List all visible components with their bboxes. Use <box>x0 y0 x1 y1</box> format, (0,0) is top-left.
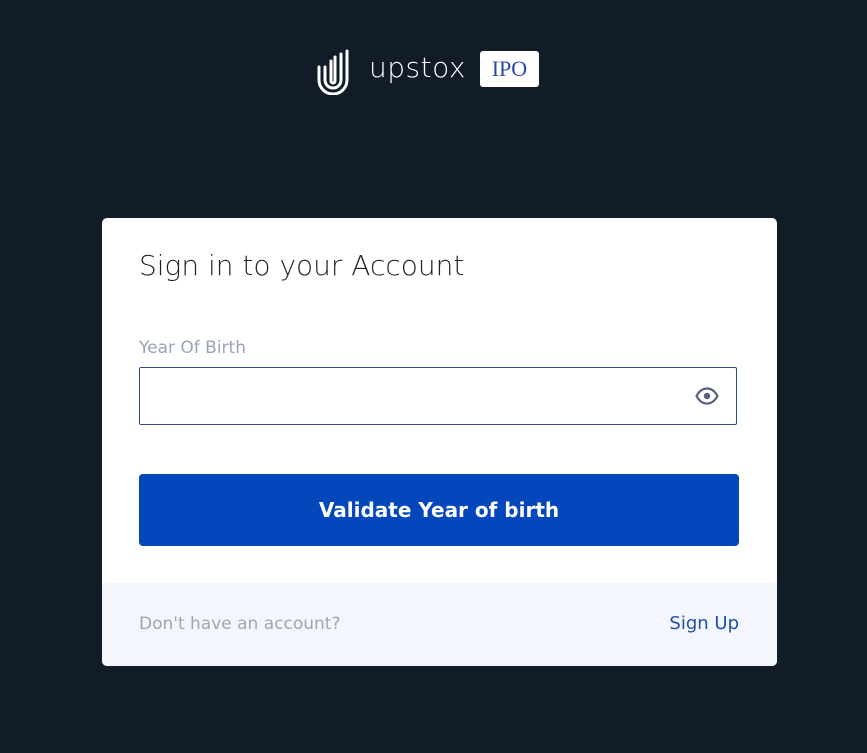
login-card: Sign in to your Account Year Of Birth Va… <box>102 218 777 666</box>
brand-header: upstox IPO <box>316 47 539 95</box>
login-page: upstox IPO Sign in to your Account Year … <box>0 0 867 753</box>
brand-name: upstox <box>369 51 466 84</box>
eye-icon[interactable] <box>695 386 719 406</box>
upstox-u-logo-icon <box>317 49 349 95</box>
validate-year-of-birth-button[interactable]: Validate Year of birth <box>139 474 739 546</box>
card-footer: Don't have an account? Sign Up <box>102 583 777 666</box>
ipo-badge: IPO <box>479 51 539 87</box>
year-of-birth-input[interactable] <box>140 368 680 424</box>
year-of-birth-label: Year Of Birth <box>139 338 246 358</box>
sign-up-link[interactable]: Sign Up <box>669 614 739 634</box>
no-account-prompt: Don't have an account? <box>139 614 341 634</box>
page-title: Sign in to your Account <box>139 249 465 282</box>
year-of-birth-field <box>139 367 737 425</box>
